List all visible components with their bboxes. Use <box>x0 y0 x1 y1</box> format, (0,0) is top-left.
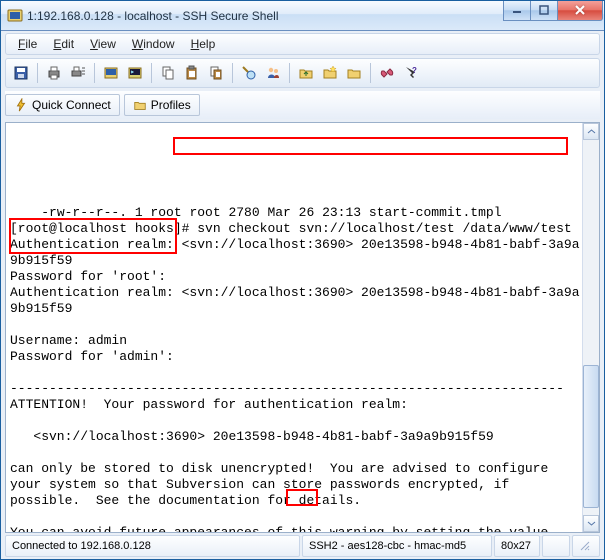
copy-button[interactable] <box>157 62 179 84</box>
menu-view[interactable]: View <box>82 35 124 53</box>
clipboard-button[interactable] <box>205 62 227 84</box>
help-context-icon: ? <box>403 65 419 81</box>
people-icon <box>265 65 281 81</box>
window-title: 1:192.168.0.128 - localhost - SSH Secure… <box>27 9 504 23</box>
scroll-thumb[interactable] <box>583 365 599 508</box>
scroll-down-button[interactable] <box>583 515 599 532</box>
toolbar-separator <box>94 63 95 83</box>
paste-icon <box>184 65 200 81</box>
toolbar: ? <box>5 58 600 88</box>
terminal-line: Authentication realm: <svn://localhost:3… <box>10 237 580 268</box>
minimize-button[interactable] <box>503 1 531 21</box>
chevron-down-icon <box>587 519 596 528</box>
open-folder-button[interactable] <box>343 62 365 84</box>
connect-button[interactable] <box>262 62 284 84</box>
svg-text:?: ? <box>412 66 417 75</box>
terminal-line: Username: admin <box>10 333 127 348</box>
scroll-track[interactable] <box>583 140 599 515</box>
terminal-line: can only be stored to disk unencrypted! … <box>10 461 548 476</box>
help-context-button[interactable]: ? <box>400 62 422 84</box>
terminal-line: [root@localhost hooks]# svn checkout svn… <box>10 221 572 236</box>
new-folder-button[interactable] <box>319 62 341 84</box>
toolbar-separator <box>37 63 38 83</box>
close-icon <box>574 4 586 16</box>
print-button[interactable] <box>43 62 65 84</box>
quick-connect-button[interactable]: Quick Connect <box>5 94 120 116</box>
highlight-box <box>173 137 568 155</box>
folder-new-icon <box>322 65 338 81</box>
chevron-up-icon <box>587 127 596 136</box>
maximize-button[interactable] <box>530 1 558 21</box>
terminal-button[interactable] <box>124 62 146 84</box>
app-icon <box>7 8 23 24</box>
terminal-line: your system so that Subversion can store… <box>10 477 509 492</box>
menu-help[interactable]: Help <box>183 35 224 53</box>
maximize-icon <box>539 5 549 15</box>
terminal-line: possible. See the documentation for deta… <box>10 493 361 508</box>
save-button[interactable] <box>10 62 32 84</box>
status-slot-2 <box>572 535 600 557</box>
toolbar-separator <box>232 63 233 83</box>
paste-button[interactable] <box>181 62 203 84</box>
printer-list-icon <box>70 65 86 81</box>
new-session-button[interactable] <box>100 62 122 84</box>
quick-connect-bar: Quick Connect Profiles <box>5 91 600 119</box>
terminal-output[interactable]: -rw-r--r--. 1 root root 2780 Mar 26 23:1… <box>6 123 582 532</box>
find-icon <box>241 65 257 81</box>
toolbar-separator <box>289 63 290 83</box>
title-bar: 1:192.168.0.128 - localhost - SSH Secure… <box>1 1 604 31</box>
folder-icon <box>346 65 362 81</box>
folder-icon <box>133 98 147 112</box>
print-icon <box>46 65 62 81</box>
disconnect-icon <box>379 65 395 81</box>
vertical-scrollbar[interactable] <box>582 123 599 532</box>
toolbar-separator <box>370 63 371 83</box>
terminal-line: <svn://localhost:3690> 20e13598-b948-4b8… <box>10 429 494 444</box>
print-preview-button[interactable] <box>67 62 89 84</box>
terminal-icon <box>127 65 143 81</box>
terminal-line: Password for 'root': <box>10 269 166 284</box>
menu-file[interactable]: File <box>10 35 45 53</box>
window-controls <box>504 1 603 21</box>
quick-connect-label: Quick Connect <box>32 98 111 112</box>
terminal-line: Password for 'admin': <box>10 349 174 364</box>
terminal-line: ATTENTION! Your password for authenticat… <box>10 397 408 412</box>
scroll-up-button[interactable] <box>583 123 599 140</box>
status-connected: Connected to 192.168.0.128 <box>5 535 300 557</box>
folder-up-icon <box>298 65 314 81</box>
terminal-line: You can avoid future appearances of this… <box>10 525 548 532</box>
profiles-button[interactable]: Profiles <box>124 94 200 116</box>
terminal-container: -rw-r--r--. 1 root root 2780 Mar 26 23:1… <box>5 122 600 533</box>
terminal-line: ----------------------------------------… <box>10 381 564 396</box>
status-size: 80x27 <box>494 535 540 557</box>
status-bar: Connected to 192.168.0.128 SSH2 - aes128… <box>5 535 600 557</box>
menu-edit[interactable]: Edit <box>45 35 82 53</box>
new-session-icon <box>103 65 119 81</box>
resize-grip-icon <box>579 540 591 552</box>
terminal-line: -rw-r--r--. 1 root root 2780 Mar 26 23:1… <box>41 205 501 220</box>
menu-window[interactable]: Window <box>124 35 183 53</box>
menu-bar: File Edit View Window Help <box>5 33 600 55</box>
find-button[interactable] <box>238 62 260 84</box>
status-slot-1 <box>542 535 570 557</box>
lightning-icon <box>14 98 28 112</box>
folder-up-button[interactable] <box>295 62 317 84</box>
copy-icon <box>160 65 176 81</box>
clipboard-icon <box>208 65 224 81</box>
close-button[interactable] <box>557 1 603 21</box>
terminal-line: Authentication realm: <svn://localhost:3… <box>10 285 580 316</box>
status-protocol: SSH2 - aes128-cbc - hmac-md5 <box>302 535 492 557</box>
toolbar-separator <box>151 63 152 83</box>
app-window: 1:192.168.0.128 - localhost - SSH Secure… <box>0 0 605 560</box>
save-icon <box>13 65 29 81</box>
disconnect-button[interactable] <box>376 62 398 84</box>
minimize-icon <box>512 5 522 15</box>
profiles-label: Profiles <box>151 98 191 112</box>
